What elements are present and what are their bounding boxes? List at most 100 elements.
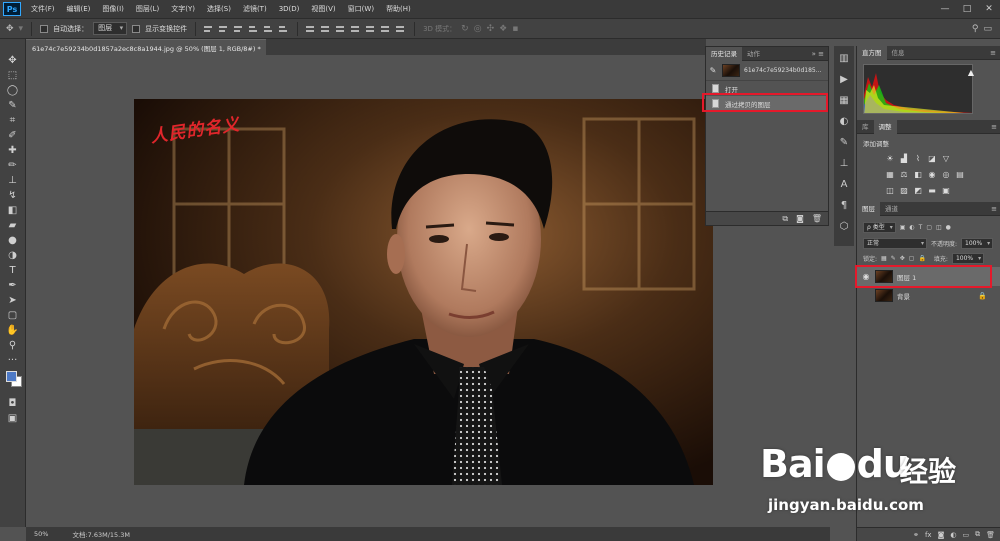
color-icon[interactable]: ◐ <box>840 113 849 129</box>
filter-type-icon[interactable]: T <box>919 224 923 231</box>
lock-paint-icon[interactable]: ✎ <box>891 255 896 262</box>
posterize-icon[interactable]: ▨ <box>899 185 909 195</box>
threshold-icon[interactable]: ◩ <box>913 185 923 195</box>
add-mask-icon[interactable]: ◙ <box>938 531 945 539</box>
layer-name[interactable]: 背景 <box>897 291 910 301</box>
menu-type[interactable]: 文字(Y) <box>165 4 201 14</box>
marquee-tool-icon[interactable]: ⬚ <box>4 68 22 83</box>
screen-mode-icon[interactable]: ▣ <box>4 411 22 426</box>
auto-select-checkbox[interactable] <box>40 24 49 33</box>
panel-menu-icon[interactable]: ≡ <box>991 202 997 216</box>
layer-style-icon[interactable]: fx <box>925 531 932 539</box>
swatches-icon[interactable]: ▦ <box>839 92 848 108</box>
clone-source-icon[interactable]: ⊥ <box>840 155 849 171</box>
hand-tool-icon[interactable]: ✋ <box>4 323 22 338</box>
menu-view[interactable]: 视图(V) <box>305 4 341 14</box>
3d-slide-icon[interactable]: ❖ <box>499 24 507 34</box>
document-image[interactable] <box>134 99 713 485</box>
link-layers-icon[interactable]: ⚭ <box>913 531 919 539</box>
close-window-button[interactable]: ✕ <box>978 4 1000 14</box>
menu-select[interactable]: 选择(S) <box>201 4 237 14</box>
zoom-level[interactable]: 50% <box>34 530 48 538</box>
distribute-top-icon[interactable] <box>306 24 316 34</box>
paragraph-icon[interactable]: ¶ <box>841 197 847 213</box>
new-adjustment-layer-icon[interactable]: ◐ <box>950 531 956 539</box>
gradient-map-icon[interactable]: ▬ <box>927 185 937 195</box>
tab-history[interactable]: 历史记录 <box>706 46 742 61</box>
tool-preset-dropdown-icon[interactable]: ▾ <box>19 24 24 34</box>
selective-color-icon[interactable]: ▣ <box>941 185 951 195</box>
tab-adjustments[interactable]: 调整 <box>873 119 897 134</box>
panel-menu-icon[interactable]: ≡ <box>991 120 997 134</box>
cache-warning-icon[interactable]: ▲ <box>968 68 974 77</box>
zoom-tool-icon[interactable]: ⚲ <box>4 338 22 353</box>
lock-artboard-icon[interactable]: ▢ <box>909 255 915 262</box>
align-hcenter-icon[interactable] <box>264 24 274 34</box>
eyedropper-tool-icon[interactable]: ✐ <box>4 128 22 143</box>
lock-all-icon[interactable]: 🔒 <box>918 255 925 262</box>
filter-toggle-icon[interactable]: ● <box>946 224 951 231</box>
channel-mixer-icon[interactable]: ◎ <box>941 169 951 179</box>
maximize-button[interactable]: □ <box>956 4 978 14</box>
filter-shape-icon[interactable]: ▢ <box>926 224 932 231</box>
3d-pan-icon[interactable]: ✣ <box>487 24 495 34</box>
exposure-icon[interactable]: ◪ <box>927 153 937 163</box>
tab-libraries[interactable]: 库 <box>857 120 874 134</box>
histogram-icon[interactable]: ▥ <box>839 50 848 66</box>
3d-orbit-icon[interactable]: ↻ <box>461 24 469 34</box>
more-tools-icon[interactable]: ··· <box>4 353 22 368</box>
menu-3d[interactable]: 3D(D) <box>273 5 306 13</box>
brush-tool-icon[interactable]: ✏ <box>4 158 22 173</box>
workspace-icon[interactable]: ▭ <box>983 24 992 34</box>
character-icon[interactable]: A <box>841 176 848 192</box>
type-tool-icon[interactable]: T <box>4 263 22 278</box>
panel-menu-icon[interactable]: » ≡ <box>812 47 824 61</box>
curves-icon[interactable]: ⌇ <box>913 153 923 163</box>
align-vcenter-icon[interactable] <box>219 24 229 34</box>
distribute-left-icon[interactable] <box>351 24 361 34</box>
history-brush-tool-icon[interactable]: ↯ <box>4 188 22 203</box>
color-balance-icon[interactable]: ⚖ <box>899 169 909 179</box>
history-snapshot[interactable]: ✎ 61e74c7e59234b0d185... <box>706 61 828 81</box>
menu-window[interactable]: 窗口(W) <box>342 4 380 14</box>
filter-smart-object-icon[interactable]: ◫ <box>936 224 942 231</box>
photo-filter-icon[interactable]: ◉ <box>927 169 937 179</box>
vibrance-icon[interactable]: ▽ <box>941 153 951 163</box>
crop-tool-icon[interactable]: ⌗ <box>4 113 22 128</box>
create-snapshot-icon[interactable]: ◙ <box>796 214 804 223</box>
dodge-tool-icon[interactable]: ◑ <box>4 248 22 263</box>
layer-row-background[interactable]: 背景 🔒 <box>857 286 1000 305</box>
distribute-right-icon[interactable] <box>381 24 391 34</box>
foreground-color-swatch[interactable] <box>5 371 17 382</box>
distribute-hcenter-icon[interactable] <box>366 24 376 34</box>
3d-scale-icon[interactable]: ▪ <box>512 24 518 34</box>
layer-filter-dropdown[interactable]: ρ 类型 <box>863 221 896 233</box>
clone-stamp-tool-icon[interactable]: ⊥ <box>4 173 22 188</box>
color-swatches[interactable] <box>4 368 22 390</box>
tab-histogram[interactable]: 直方图 <box>857 45 887 60</box>
brightness-contrast-icon[interactable]: ☀ <box>885 153 895 163</box>
distribute-vcenter-icon[interactable] <box>321 24 331 34</box>
color-lookup-icon[interactable]: ▤ <box>955 169 965 179</box>
tab-info[interactable]: 信息 <box>887 46 910 60</box>
play-icon[interactable]: ▶ <box>840 71 848 87</box>
menu-edit[interactable]: 编辑(E) <box>61 4 97 14</box>
minimize-button[interactable]: — <box>934 4 956 14</box>
hue-saturation-icon[interactable]: ▦ <box>885 169 895 179</box>
pen-tool-icon[interactable]: ✒ <box>4 278 22 293</box>
show-transform-checkbox[interactable] <box>132 24 141 33</box>
filter-pixel-icon[interactable]: ▣ <box>900 224 906 231</box>
new-layer-icon[interactable]: ⧉ <box>975 530 980 539</box>
opacity-input[interactable]: 100% <box>961 237 994 249</box>
new-group-icon[interactable]: ▭ <box>962 531 969 539</box>
blend-mode-dropdown[interactable]: 正常 <box>863 237 927 249</box>
3d-roll-icon[interactable]: ◎ <box>474 24 482 34</box>
levels-icon[interactable]: ▟ <box>899 153 909 163</box>
align-top-icon[interactable] <box>204 24 214 34</box>
menu-filter[interactable]: 滤镜(T) <box>237 4 273 14</box>
blur-tool-icon[interactable]: ● <box>4 233 22 248</box>
delete-state-icon[interactable]: 🗑 <box>812 214 822 223</box>
eraser-tool-icon[interactable]: ◧ <box>4 203 22 218</box>
document-tab[interactable]: 61e74c7e59234b0d1857a2ec8c8a1944.jpg @ 5… <box>26 39 266 55</box>
gradient-tool-icon[interactable]: ▰ <box>4 218 22 233</box>
